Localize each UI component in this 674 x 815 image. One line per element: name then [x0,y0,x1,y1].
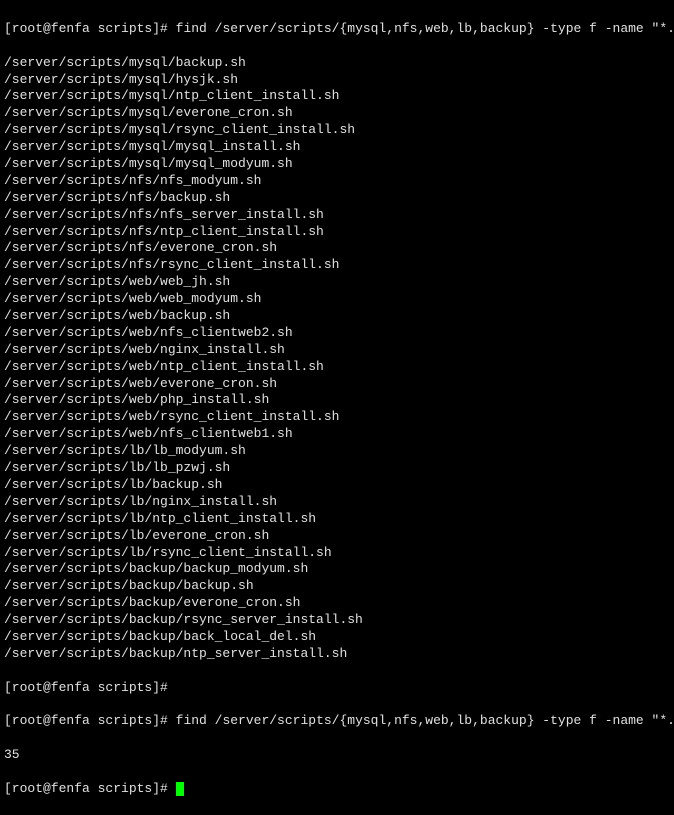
prompt-line-2: [root@fenfa scripts]# [4,680,670,697]
output-line: /server/scripts/web/nfs_clientweb1.sh [4,426,670,443]
output-line: /server/scripts/web/nginx_install.sh [4,342,670,359]
output-line: /server/scripts/backup/backup.sh [4,578,670,595]
output-line: /server/scripts/web/everone_cron.sh [4,376,670,393]
output-line: /server/scripts/backup/backup_modyum.sh [4,561,670,578]
output-line: /server/scripts/nfs/rsync_client_install… [4,257,670,274]
output-line: /server/scripts/mysql/mysql_install.sh [4,139,670,156]
output-line: /server/scripts/web/rsync_client_install… [4,409,670,426]
prompt: [root@fenfa scripts]# [4,781,176,796]
output-line: /server/scripts/lb/ntp_client_install.sh [4,511,670,528]
prompt: [root@fenfa scripts]# [4,680,168,695]
output-line: /server/scripts/lb/rsync_client_install.… [4,545,670,562]
output-line: /server/scripts/lb/backup.sh [4,477,670,494]
output-line: 35 [4,747,670,764]
output-block: /server/scripts/mysql/backup.sh/server/s… [4,55,670,663]
command-text: find /server/scripts/{mysql,nfs,web,lb,b… [176,713,674,728]
output-line: /server/scripts/mysql/ntp_client_install… [4,88,670,105]
output-line: /server/scripts/lb/everone_cron.sh [4,528,670,545]
output-line: /server/scripts/nfs/everone_cron.sh [4,240,670,257]
output-line: /server/scripts/backup/rsync_server_inst… [4,612,670,629]
output-line: /server/scripts/mysql/hysjk.sh [4,72,670,89]
command-line-1: [root@fenfa scripts]# find /server/scrip… [4,21,670,38]
command-line-2: [root@fenfa scripts]# find /server/scrip… [4,713,670,730]
output-line: /server/scripts/mysql/backup.sh [4,55,670,72]
output-line: /server/scripts/lb/lb_pzwj.sh [4,460,670,477]
output-line: /server/scripts/web/web_jh.sh [4,274,670,291]
output-line: /server/scripts/mysql/everone_cron.sh [4,105,670,122]
output-line: /server/scripts/web/web_modyum.sh [4,291,670,308]
output-line: /server/scripts/backup/ntp_server_instal… [4,646,670,663]
output-line: /server/scripts/web/backup.sh [4,308,670,325]
output-line: /server/scripts/mysql/rsync_client_insta… [4,122,670,139]
output-line: /server/scripts/web/nfs_clientweb2.sh [4,325,670,342]
output-line: /server/scripts/nfs/backup.sh [4,190,670,207]
output-line: /server/scripts/mysql/mysql_modyum.sh [4,156,670,173]
prompt: [root@fenfa scripts]# [4,713,176,728]
terminal-window[interactable]: [root@fenfa scripts]# find /server/scrip… [4,4,670,815]
output-line: /server/scripts/nfs/nfs_modyum.sh [4,173,670,190]
output-line: /server/scripts/web/php_install.sh [4,392,670,409]
output-line: /server/scripts/backup/everone_cron.sh [4,595,670,612]
output-line: /server/scripts/nfs/ntp_client_install.s… [4,224,670,241]
prompt: [root@fenfa scripts]# [4,21,176,36]
output-line: /server/scripts/lb/lb_modyum.sh [4,443,670,460]
output-line: /server/scripts/backup/back_local_del.sh [4,629,670,646]
output-line: /server/scripts/web/ntp_client_install.s… [4,359,670,376]
output-line: /server/scripts/nfs/nfs_server_install.s… [4,207,670,224]
output-line: /server/scripts/lb/nginx_install.sh [4,494,670,511]
prompt-line-current[interactable]: [root@fenfa scripts]# [4,781,670,798]
cursor-icon [176,782,184,796]
command-text: find /server/scripts/{mysql,nfs,web,lb,b… [176,21,674,36]
